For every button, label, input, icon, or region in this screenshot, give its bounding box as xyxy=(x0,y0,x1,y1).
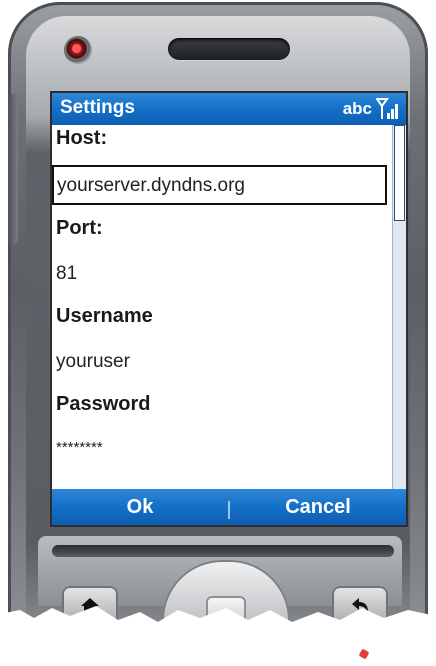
host-input[interactable]: yourserver.dyndns.org xyxy=(52,165,387,205)
host-value: yourserver.dyndns.org xyxy=(57,175,245,196)
side-button[interactable] xyxy=(8,94,18,244)
ok-button[interactable]: Ok xyxy=(52,489,228,525)
password-label: Password xyxy=(56,393,151,415)
port-label: Port: xyxy=(56,217,103,239)
title-bar: Settings abc xyxy=(52,93,406,125)
port-input[interactable]: 81 xyxy=(56,263,77,285)
softkey-bar: Ok Cancel xyxy=(52,489,406,525)
scrollbar[interactable] xyxy=(392,125,406,489)
password-input[interactable]: ******** xyxy=(56,439,103,456)
username-input[interactable]: youruser xyxy=(56,351,130,373)
settings-form: Host: yourserver.dyndns.org Port: 81 Use… xyxy=(52,125,392,489)
page-title: Settings xyxy=(60,97,135,118)
torn-paper-edge xyxy=(0,606,436,666)
camera-icon xyxy=(64,36,92,64)
phone-screen: Settings abc Host: yourserver.dyndns.org… xyxy=(52,93,406,525)
cancel-button[interactable]: Cancel xyxy=(230,489,406,525)
softkey-rocker[interactable] xyxy=(52,545,394,557)
scrollbar-thumb[interactable] xyxy=(394,125,405,221)
signal-strength-icon xyxy=(376,98,398,119)
input-mode-indicator: abc xyxy=(342,99,372,118)
earpiece-speaker xyxy=(168,38,290,60)
username-label: Username xyxy=(56,305,153,327)
host-label: Host: xyxy=(56,127,108,149)
